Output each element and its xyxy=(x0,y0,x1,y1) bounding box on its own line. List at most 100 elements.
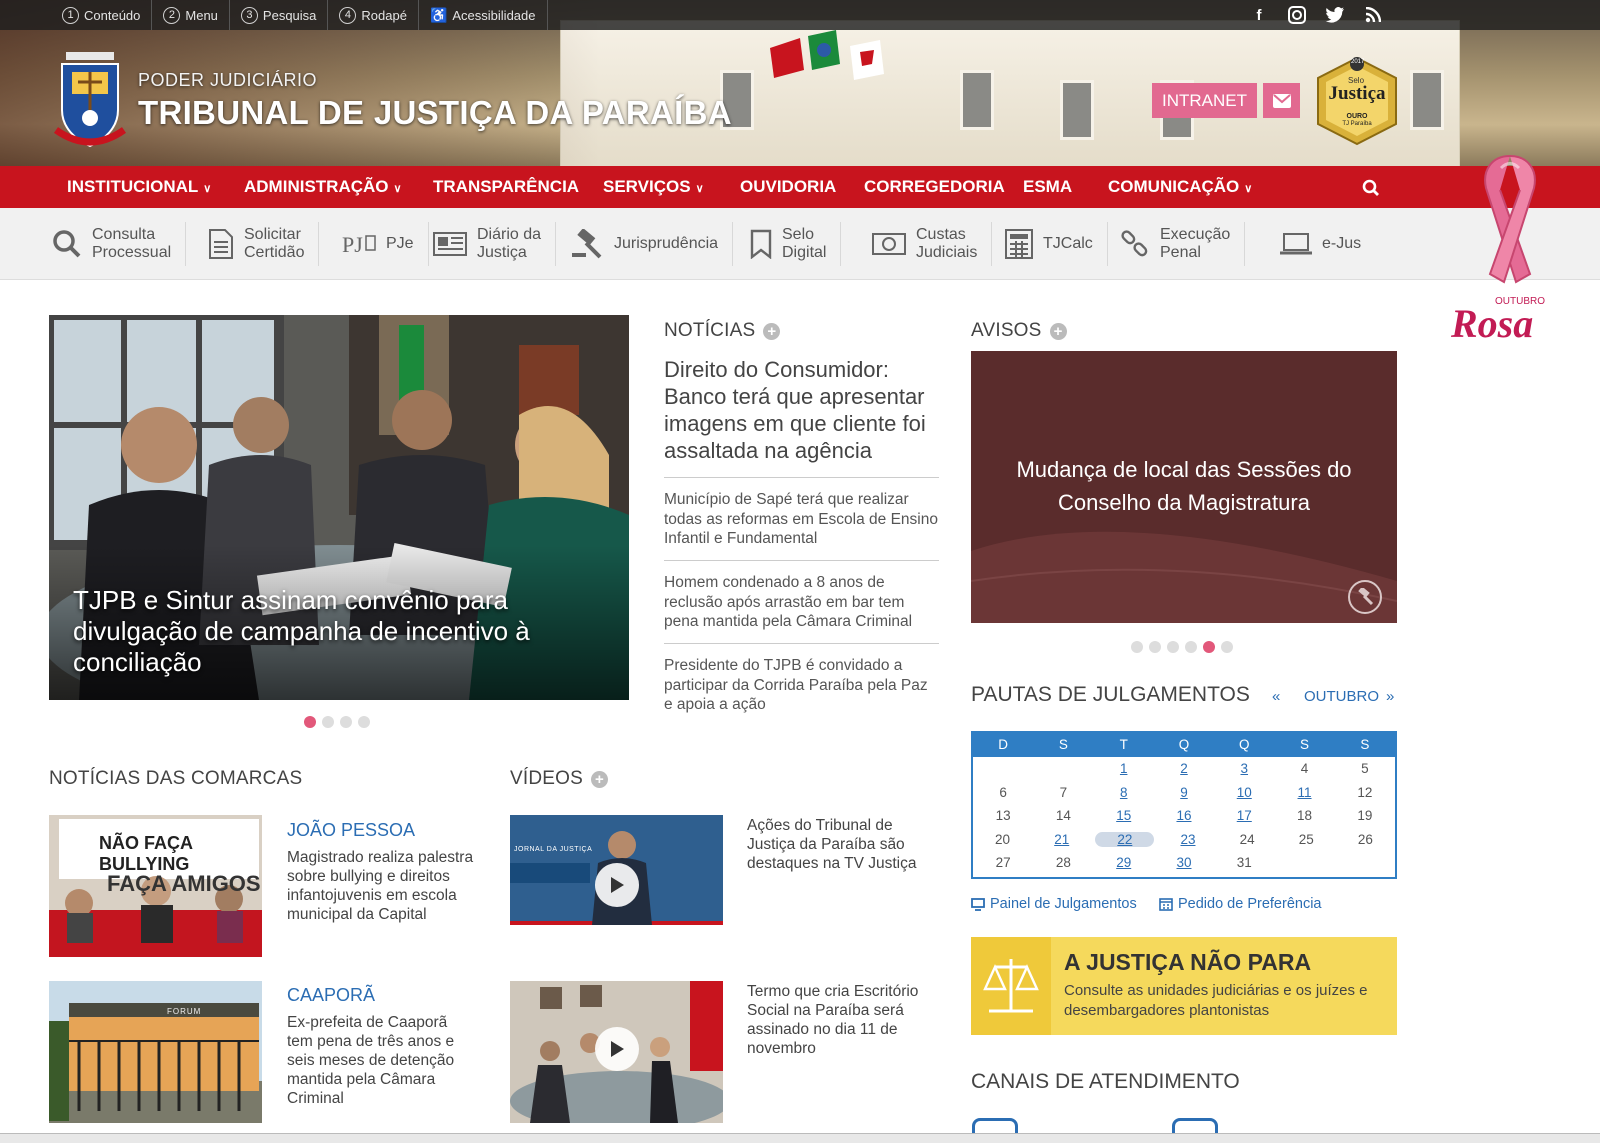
calendar-day[interactable]: 15 xyxy=(1094,808,1154,823)
video-title[interactable]: Termo que cria Escritório Social na Para… xyxy=(747,982,937,1058)
hero-caption[interactable]: TJPB e Sintur assinam convênio para divu… xyxy=(73,585,593,678)
calendar-day[interactable]: 29 xyxy=(1094,855,1154,870)
slider-dot[interactable] xyxy=(304,716,316,728)
canal-icon[interactable] xyxy=(972,1118,1018,1133)
calendar-day: 7 xyxy=(1059,784,1068,800)
calendar-prev-button[interactable]: « xyxy=(1272,688,1280,705)
webmail-button[interactable] xyxy=(1263,83,1300,118)
justica-nao-para-banner[interactable]: A JUSTIÇA NÃO PARA Consulte as unidades … xyxy=(971,937,1397,1035)
comarca-news-text[interactable]: Ex-prefeita de Caaporã tem pena de três … xyxy=(287,1013,472,1108)
painel-julgamentos-link[interactable]: Painel de Julgamentos xyxy=(971,896,1137,912)
service-consulta-processual[interactable]: Consulta Processual xyxy=(52,222,187,266)
weekday-label: T xyxy=(1119,737,1128,752)
rss-icon[interactable] xyxy=(1361,3,1385,27)
video-title[interactable]: Ações do Tribunal de Justiça da Paraíba … xyxy=(747,816,937,873)
twitter-icon[interactable] xyxy=(1323,3,1347,27)
nav-servicos[interactable]: SERVIÇOS ∨ xyxy=(603,166,704,208)
plus-icon[interactable]: + xyxy=(591,770,608,788)
video-thumbnail[interactable] xyxy=(510,981,723,1123)
service-execucao-penal[interactable]: Execução Penal xyxy=(1120,222,1246,266)
calendar-day[interactable]: 16 xyxy=(1154,808,1214,823)
skip-to-content-link[interactable]: 1 Conteúdo xyxy=(0,0,153,30)
calendar-day: 12 xyxy=(1357,784,1373,800)
slider-dot[interactable] xyxy=(1131,641,1143,653)
court-coat-of-arms-logo[interactable] xyxy=(52,46,128,152)
comarca-city[interactable]: CAAPORÃ xyxy=(287,985,375,1006)
nav-comunicacao[interactable]: COMUNICAÇÃO ∨ xyxy=(1108,166,1252,208)
comarca-city[interactable]: JOÃO PESSOA xyxy=(287,820,415,841)
site-title[interactable]: PODER JUDICIÁRIO TRIBUNAL DE JUSTIÇA DA … xyxy=(138,70,732,132)
slider-dot[interactable] xyxy=(1167,641,1179,653)
avisos-section-title[interactable]: AVISOS + xyxy=(971,320,1067,342)
slider-dot[interactable] xyxy=(358,716,370,728)
service-custas-judiciais[interactable]: Custas Judiciais xyxy=(872,222,993,266)
outubro-rosa-campaign[interactable]: OUTUBRO Rosa xyxy=(1451,148,1565,348)
aviso-slide[interactable]: Mudança de local das Sessões do Conselho… xyxy=(971,351,1397,623)
service-tjcalc[interactable]: TJCalc xyxy=(1005,222,1108,266)
skip-to-footer-link[interactable]: 4 Rodapé xyxy=(328,0,419,30)
skip-to-search-link[interactable]: 3 Pesquisa xyxy=(230,0,329,30)
intranet-button[interactable]: INTRANET xyxy=(1152,83,1257,118)
nav-administracao[interactable]: ADMINISTRAÇÃO ∨ xyxy=(244,166,402,208)
slider-dot[interactable] xyxy=(322,716,334,728)
service-jurisprudencia[interactable]: Jurisprudência xyxy=(572,222,734,266)
news-section-title[interactable]: NOTÍCIAS + xyxy=(664,320,781,342)
service-e-jus[interactable]: e-Jus xyxy=(1280,222,1375,266)
instagram-icon[interactable] xyxy=(1285,3,1309,27)
play-icon[interactable] xyxy=(595,1027,639,1071)
skip-to-menu-link[interactable]: 2 Menu xyxy=(152,0,230,30)
news-item[interactable]: Presidente do TJPB é convidado a partici… xyxy=(664,643,939,715)
news-item[interactable]: Município de Sapé terá que realizar toda… xyxy=(664,477,939,549)
search-button[interactable] xyxy=(1362,166,1380,208)
calendar-day[interactable]: 30 xyxy=(1154,855,1214,870)
calendar-day[interactable]: 21 xyxy=(1032,832,1091,847)
slider-dot[interactable] xyxy=(340,716,352,728)
service-diario-justica[interactable]: Diário da Justiça xyxy=(433,222,557,266)
nav-transparencia[interactable]: TRANSPARÊNCIA xyxy=(433,166,579,208)
service-pje[interactable]: PJ PJe xyxy=(342,222,429,266)
videos-section-title[interactable]: VÍDEOS + xyxy=(510,768,608,790)
comarca-photo[interactable]: FORUM xyxy=(49,981,262,1123)
news-item[interactable]: Homem condenado a 8 anos de reclusão apó… xyxy=(664,560,939,632)
nav-ouvidoria[interactable]: OUVIDORIA xyxy=(740,166,836,208)
service-label-line1: Selo xyxy=(782,226,815,243)
nav-institucional[interactable]: INSTITUCIONAL ∨ xyxy=(67,166,211,208)
hero-slider[interactable]: TJPB e Sintur assinam convênio para divu… xyxy=(49,315,629,700)
nav-esma[interactable]: ESMA xyxy=(1023,166,1072,208)
slider-dot[interactable] xyxy=(1185,641,1197,653)
calendar-day[interactable]: 10 xyxy=(1214,785,1274,800)
comarca-photo[interactable]: NÃO FAÇA BULLYING FAÇA AMIGOS xyxy=(49,815,262,957)
calendar-day[interactable]: 1 xyxy=(1094,761,1154,776)
slider-dot[interactable] xyxy=(1149,641,1161,653)
calendar-day[interactable]: 8 xyxy=(1094,785,1154,800)
plus-icon[interactable]: + xyxy=(1049,322,1067,340)
slider-dot[interactable] xyxy=(1203,641,1215,653)
facebook-icon[interactable]: f xyxy=(1247,3,1271,27)
slider-dot[interactable] xyxy=(1221,641,1233,653)
video-thumbnail[interactable]: JORNAL DA JUSTIÇA xyxy=(510,815,723,957)
calendar-day[interactable]: 11 xyxy=(1274,785,1334,800)
service-selo-digital[interactable]: Selo Digital xyxy=(750,222,842,266)
browser-horizontal-scrollbar[interactable] xyxy=(0,1133,1600,1143)
calendar-day[interactable]: 17 xyxy=(1214,808,1274,823)
nav-corregedoria[interactable]: CORREGEDORIA xyxy=(864,166,1005,208)
calendar-day[interactable]: 22 xyxy=(1095,831,1155,847)
plus-icon[interactable]: + xyxy=(763,322,781,340)
service-solicitar-certidao[interactable]: Solicitar Certidão xyxy=(208,222,320,266)
news-headline[interactable]: Direito do Consumidor: Banco terá que ap… xyxy=(664,356,939,464)
pedido-preferencia-link[interactable]: Pedido de Preferência xyxy=(1159,896,1322,912)
comarca-news-text[interactable]: Magistrado realiza palestra sobre bullyi… xyxy=(287,848,482,924)
accessibility-link[interactable]: ♿ Acessibilidade xyxy=(419,0,548,30)
link-icon xyxy=(1121,230,1148,257)
calendar-next-button[interactable]: » xyxy=(1386,688,1394,705)
calendar-day[interactable]: 3 xyxy=(1214,761,1274,776)
calendar-day[interactable]: 2 xyxy=(1154,761,1214,776)
selo-justica-seal[interactable]: 2017 Selo Justiça OURO TJ Paraíba xyxy=(1314,56,1400,146)
news-title: NOTÍCIAS xyxy=(664,320,756,341)
play-icon[interactable] xyxy=(595,863,639,907)
newspaper-icon xyxy=(433,232,467,256)
calendar-day[interactable]: 9 xyxy=(1154,785,1214,800)
canal-icon[interactable] xyxy=(1172,1118,1218,1133)
calendar-day[interactable]: 23 xyxy=(1158,832,1217,847)
comarca-photo-banner: FAÇA AMIGOS xyxy=(107,871,261,896)
